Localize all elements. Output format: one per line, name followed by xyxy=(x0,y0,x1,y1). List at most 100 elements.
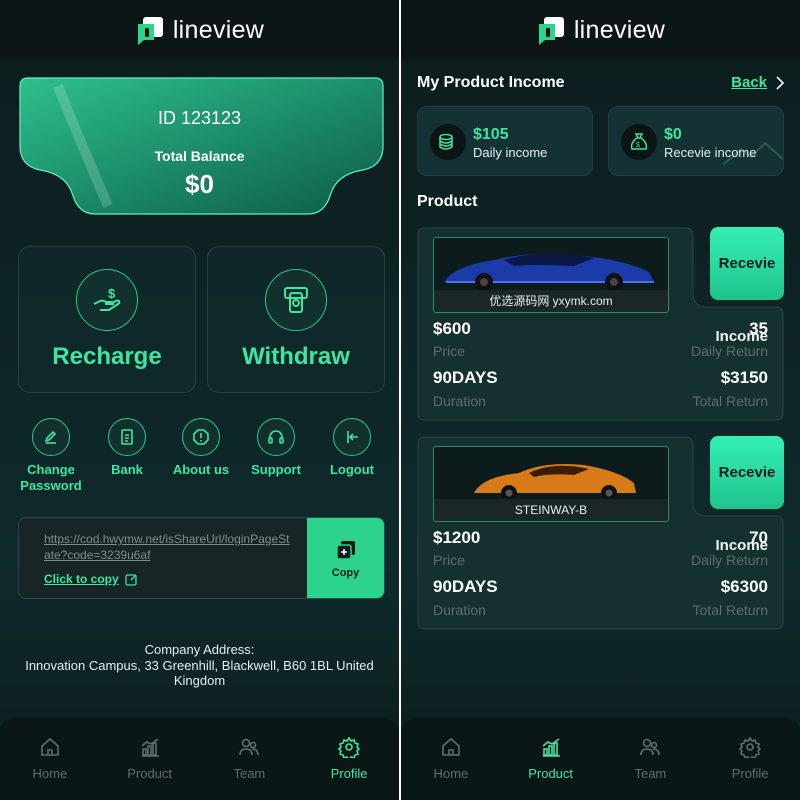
balance-label: Total Balance xyxy=(154,148,245,164)
daily-return-label: Daily Return xyxy=(690,343,768,359)
share-link[interactable]: https://cod.hwymw.net/isShareUrl/loginPa… xyxy=(44,531,294,563)
brand-name: lineview xyxy=(172,15,265,44)
nav-home-label: Home xyxy=(32,766,68,781)
bar-chart-icon xyxy=(141,738,159,757)
nav-profile-label: Profile xyxy=(731,766,769,781)
price-label: Price xyxy=(433,343,465,359)
profile-screen: lineview ID 123123 Total Balance $0 $ Re… xyxy=(0,0,399,800)
app-header: lineview xyxy=(401,0,800,60)
daily-return-label: Daily Return xyxy=(690,552,768,568)
recharge-button[interactable]: $ Recharge xyxy=(18,246,196,393)
product-caption: 优选源码网 yxymk.com xyxy=(434,290,668,312)
nav-team-label: Team xyxy=(233,766,266,781)
receive-button[interactable]: Recevie xyxy=(710,436,784,509)
profile-gear-icon xyxy=(338,736,361,758)
duration-value: 90DAYS xyxy=(433,368,498,387)
receive-income-value: $0 xyxy=(664,126,682,143)
team-icon xyxy=(640,738,661,756)
balance-value: $0 xyxy=(185,169,214,199)
copy-icon xyxy=(335,541,355,560)
bar-chart-icon xyxy=(542,738,560,757)
receive-button[interactable]: Recevie xyxy=(710,227,784,300)
product-image: STEINWAY-B xyxy=(433,446,669,522)
nav-product[interactable]: Product xyxy=(501,718,601,800)
total-return-label: Total Return xyxy=(692,602,768,618)
team-icon xyxy=(239,738,260,756)
about-us-label: About us xyxy=(172,462,230,477)
receive-income-label: Recevie income xyxy=(664,145,757,160)
chevron-right-icon xyxy=(776,75,784,90)
profile-gear-icon xyxy=(739,736,762,758)
headset-icon xyxy=(257,418,295,456)
product-image: 优选源码网 yxymk.com xyxy=(433,237,669,313)
account-id: ID 123123 xyxy=(157,108,242,128)
daily-income-tile: $105 Daily income xyxy=(417,106,593,176)
home-icon xyxy=(41,737,59,756)
page-title: My Product Income xyxy=(417,74,565,91)
nav-profile[interactable]: Profile xyxy=(700,718,800,800)
total-return-value: $6300 xyxy=(720,577,768,596)
logout-label: Logout xyxy=(329,462,375,477)
lineview-logo-icon xyxy=(536,14,568,46)
bank-label: Bank xyxy=(111,462,143,477)
about-us-button[interactable]: About us xyxy=(166,418,236,478)
product-price: $600 xyxy=(433,319,471,338)
withdraw-button[interactable]: Withdraw xyxy=(207,246,385,393)
recharge-label: Recharge xyxy=(52,343,162,370)
change-password-button[interactable]: Change Password xyxy=(16,418,86,494)
nav-team-label: Team xyxy=(634,766,667,781)
orange-sports-car-image xyxy=(434,447,668,503)
app-header: lineview xyxy=(0,0,399,60)
receive-income-tile: $ $0 Recevie income xyxy=(608,106,784,176)
atm-card-icon xyxy=(265,269,327,331)
product-card: 优选源码网 yxymk.com Recevie $600 Price 35 In… xyxy=(417,227,784,421)
nav-product-label: Product xyxy=(528,766,574,781)
logout-icon xyxy=(333,418,371,456)
svg-text:$: $ xyxy=(108,286,116,301)
nav-product-label: Product xyxy=(127,766,173,781)
product-income-screen: lineview My Product Income Back $105 Dai… xyxy=(401,0,800,800)
price-label: Price xyxy=(433,552,465,568)
copy-button[interactable]: Copy xyxy=(307,518,384,598)
back-button[interactable]: Back xyxy=(731,74,784,91)
document-icon xyxy=(108,418,146,456)
click-to-copy-link[interactable]: Click to copy xyxy=(44,572,138,586)
money-bag-icon: $ xyxy=(621,124,657,160)
bottom-nav: Home Product Team Profile xyxy=(0,718,399,800)
duration-value: 90DAYS xyxy=(433,577,498,596)
brand-name: lineview xyxy=(573,15,666,44)
edit-icon xyxy=(125,573,137,586)
daily-income-value: $105 xyxy=(473,126,509,143)
nav-profile-label: Profile xyxy=(330,766,368,781)
back-label: Back xyxy=(731,74,767,91)
nav-home-label: Home xyxy=(433,766,469,781)
duration-label: Duration xyxy=(433,602,486,618)
address-line-2: Kingdom xyxy=(173,673,226,688)
share-link-box: https://cod.hwymw.net/isShareUrl/loginPa… xyxy=(18,517,385,599)
support-button[interactable]: Support xyxy=(241,418,311,478)
product-card: STEINWAY-B Recevie $1200 Price 70 Income… xyxy=(417,436,784,630)
click-to-copy-label: Click to copy xyxy=(44,572,119,586)
nav-team[interactable]: Team xyxy=(200,718,300,800)
support-label: Support xyxy=(251,462,301,477)
svg-text:$: $ xyxy=(636,142,640,149)
products-heading: Product xyxy=(417,193,478,210)
nav-product[interactable]: Product xyxy=(100,718,200,800)
total-return-label: Total Return xyxy=(692,393,768,409)
nav-home[interactable]: Home xyxy=(0,718,100,800)
address-line-1: Innovation Campus, 33 Greenhill, Blackwe… xyxy=(25,657,374,673)
nav-profile[interactable]: Profile xyxy=(299,718,399,800)
pencil-icon xyxy=(32,418,70,456)
nav-home[interactable]: Home xyxy=(401,718,501,800)
total-return-value: $3150 xyxy=(720,368,768,387)
hand-money-icon: $ xyxy=(76,269,138,331)
withdraw-label: Withdraw xyxy=(242,343,350,370)
bank-button[interactable]: Bank xyxy=(92,418,162,478)
product-caption: STEINWAY-B xyxy=(434,499,668,521)
product-price: $1200 xyxy=(433,528,481,547)
nav-team[interactable]: Team xyxy=(601,718,701,800)
lineview-logo-icon xyxy=(135,14,167,46)
logout-button[interactable]: Logout xyxy=(317,418,387,478)
coins-icon xyxy=(430,124,466,160)
change-password-label: Change Password xyxy=(20,462,82,493)
